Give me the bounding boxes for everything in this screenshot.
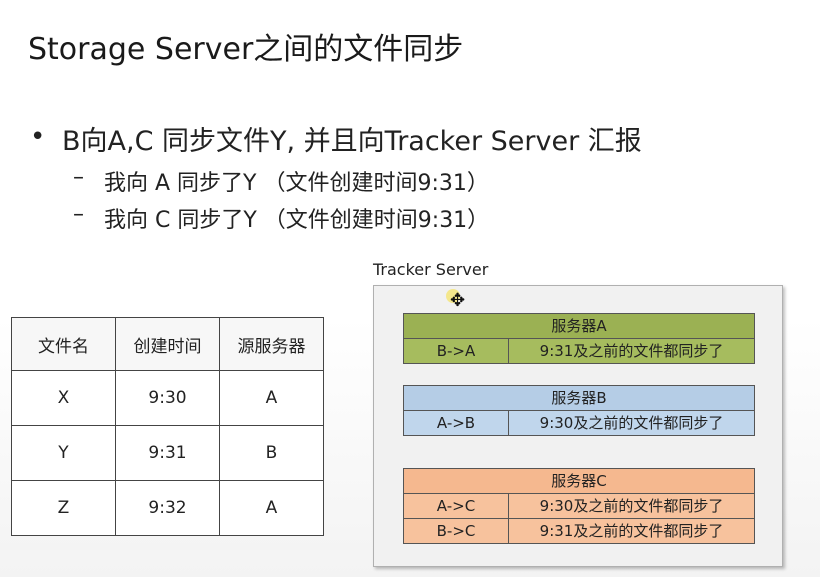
tracker-server-box: 服务器A B->A 9:31及之前的文件都同步了 服务器B A->B 9:30及… — [373, 285, 783, 567]
server-a-card: 服务器A B->A 9:31及之前的文件都同步了 — [403, 313, 755, 364]
sync-row: A->B 9:30及之前的文件都同步了 — [404, 411, 754, 435]
table-cell: 9:32 — [115, 480, 220, 536]
sync-row: B->A 9:31及之前的文件都同步了 — [404, 339, 754, 363]
table-cell: B — [219, 425, 324, 481]
column-header: 创建时间 — [115, 317, 220, 371]
slide-title: Storage Server之间的文件同步 — [28, 32, 464, 67]
table-cell: Y — [11, 425, 116, 481]
table-cell: X — [11, 370, 116, 426]
sync-status: 9:31及之前的文件都同步了 — [539, 522, 724, 540]
sub-dash: – — [73, 202, 84, 227]
sync-row: A->C 9:30及之前的文件都同步了 — [404, 494, 754, 518]
slide: Storage Server之间的文件同步 • B向A,C 同步文件Y, 并且向… — [0, 0, 820, 577]
sync-row: B->C 9:31及之前的文件都同步了 — [404, 518, 754, 543]
sync-status: 9:30及之前的文件都同步了 — [539, 414, 724, 432]
server-name: 服务器A — [404, 314, 754, 339]
sync-status: 9:30及之前的文件都同步了 — [539, 497, 724, 515]
bullet-text: B向A,C 同步文件Y, 并且向Tracker Server 汇报 — [62, 126, 642, 157]
table-cell: A — [219, 480, 324, 536]
server-b-card: 服务器B A->B 9:30及之前的文件都同步了 — [403, 385, 755, 436]
move-cursor-icon: ✥ — [450, 290, 466, 311]
column-header: 文件名 — [11, 317, 116, 371]
column-header: 源服务器 — [219, 317, 324, 371]
sync-direction: B->A — [404, 339, 509, 363]
sub-dash: – — [73, 165, 84, 190]
table-row: X 9:30 A — [11, 370, 324, 426]
sync-status: 9:31及之前的文件都同步了 — [539, 342, 724, 360]
sub-bullet-text: 我向 A 同步了Y （文件创建时间9:31） — [104, 171, 489, 196]
sub-bullet-text: 我向 C 同步了Y （文件创建时间9:31） — [104, 208, 490, 233]
server-name: 服务器C — [404, 469, 754, 494]
table-cell: 9:31 — [115, 425, 220, 481]
table-cell: A — [219, 370, 324, 426]
server-c-card: 服务器C A->C 9:30及之前的文件都同步了 B->C 9:31及之前的文件… — [403, 468, 755, 544]
sync-direction: A->C — [404, 494, 509, 518]
server-name: 服务器B — [404, 386, 754, 411]
sync-direction: B->C — [404, 519, 509, 543]
table-row: Z 9:32 A — [11, 480, 324, 536]
table-cell: Z — [11, 480, 116, 536]
table-header-row: 文件名 创建时间 源服务器 — [11, 317, 324, 371]
file-table: 文件名 创建时间 源服务器 X 9:30 A Y 9:31 B Z 9:32 A — [11, 317, 324, 536]
tracker-server-label: Tracker Server — [373, 260, 489, 279]
table-cell: 9:30 — [115, 370, 220, 426]
table-row: Y 9:31 B — [11, 425, 324, 481]
sync-direction: A->B — [404, 411, 509, 435]
bullet-dot: • — [30, 122, 46, 152]
